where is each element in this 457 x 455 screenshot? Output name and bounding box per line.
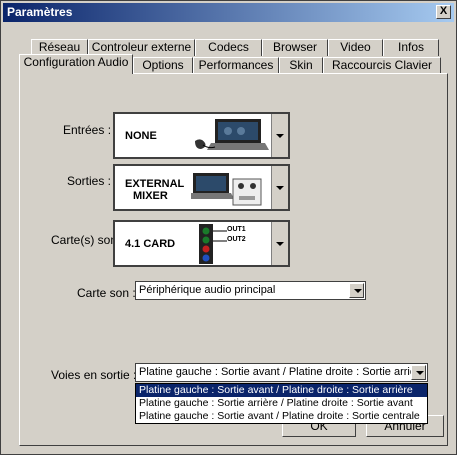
sorties-value-line1: EXTERNAL: [125, 178, 185, 190]
entrees-dropdown-button[interactable]: [271, 114, 288, 157]
voies-label: Voies en sortie :: [51, 368, 137, 382]
carte-son-dropdown-button[interactable]: [349, 283, 364, 298]
chevron-down-icon: [276, 241, 284, 246]
laptop-mixer-icon: [191, 173, 262, 206]
carte-son-value: Périphérique audio principal: [139, 284, 276, 296]
out-connector-lines: [213, 230, 227, 242]
tab-configuration-audio[interactable]: Configuration Audio: [19, 54, 133, 74]
cartes-combo[interactable]: 4.1 CARD OUT1 OUT2: [113, 220, 290, 267]
sorties-label: Sorties :: [67, 174, 112, 188]
sorties-value-line2: MIXER: [133, 190, 168, 202]
voies-option-0[interactable]: Platine gauche : Sortie avant / Platine …: [136, 384, 427, 397]
tab-skin[interactable]: Skin: [279, 57, 323, 74]
title-bar[interactable]: Paramètres X: [3, 3, 454, 22]
chevron-down-icon: [276, 185, 284, 190]
carte-son-select[interactable]: Périphérique audio principal: [135, 281, 366, 300]
tab-infos[interactable]: Infos: [383, 39, 439, 56]
sorties-combo[interactable]: EXTERNAL MIXER: [113, 164, 290, 211]
cartes-value: 4.1 CARD: [125, 238, 176, 250]
entrees-value: NONE: [125, 130, 157, 142]
chevron-down-icon: [416, 370, 424, 375]
voies-select[interactable]: Platine gauche : Sortie avant / Platine …: [135, 363, 428, 382]
out2-label: OUT2: [227, 236, 246, 243]
voies-dropdown-button[interactable]: [411, 365, 426, 380]
entrees-label: Entrées :: [63, 123, 112, 137]
carte-son-label: Carte son :: [77, 286, 136, 300]
voies-option-2[interactable]: Platine gauche : Sortie avant / Platine …: [136, 410, 427, 423]
sorties-dropdown-button[interactable]: [271, 166, 288, 209]
tab-raccourcis-clavier[interactable]: Raccourcis Clavier: [323, 57, 441, 74]
sound-card-jacks-icon: [199, 224, 213, 264]
tab-options[interactable]: Options: [133, 57, 193, 74]
tab-browser[interactable]: Browser: [262, 39, 328, 56]
chevron-down-icon: [354, 288, 362, 293]
cartes-dropdown-button[interactable]: [271, 222, 288, 265]
voies-option-1[interactable]: Platine gauche : Sortie arrière / Platin…: [136, 397, 427, 410]
entrees-combo[interactable]: NONE: [113, 112, 290, 159]
tab-performances[interactable]: Performances: [193, 57, 279, 74]
out1-label: OUT1: [227, 226, 246, 233]
chevron-down-icon: [276, 133, 284, 138]
tab-video[interactable]: Video: [328, 39, 383, 56]
voies-dropdown-list: Platine gauche : Sortie avant / Platine …: [135, 383, 428, 424]
settings-window: Paramètres X Réseau Controleur externe C…: [0, 0, 457, 455]
close-button[interactable]: X: [436, 5, 451, 19]
voies-value: Platine gauche : Sortie avant / Platine …: [139, 366, 411, 378]
window-title: Paramètres: [7, 5, 73, 19]
laptop-microphone-icon: [195, 119, 269, 150]
tab-codecs[interactable]: Codecs: [195, 39, 262, 56]
